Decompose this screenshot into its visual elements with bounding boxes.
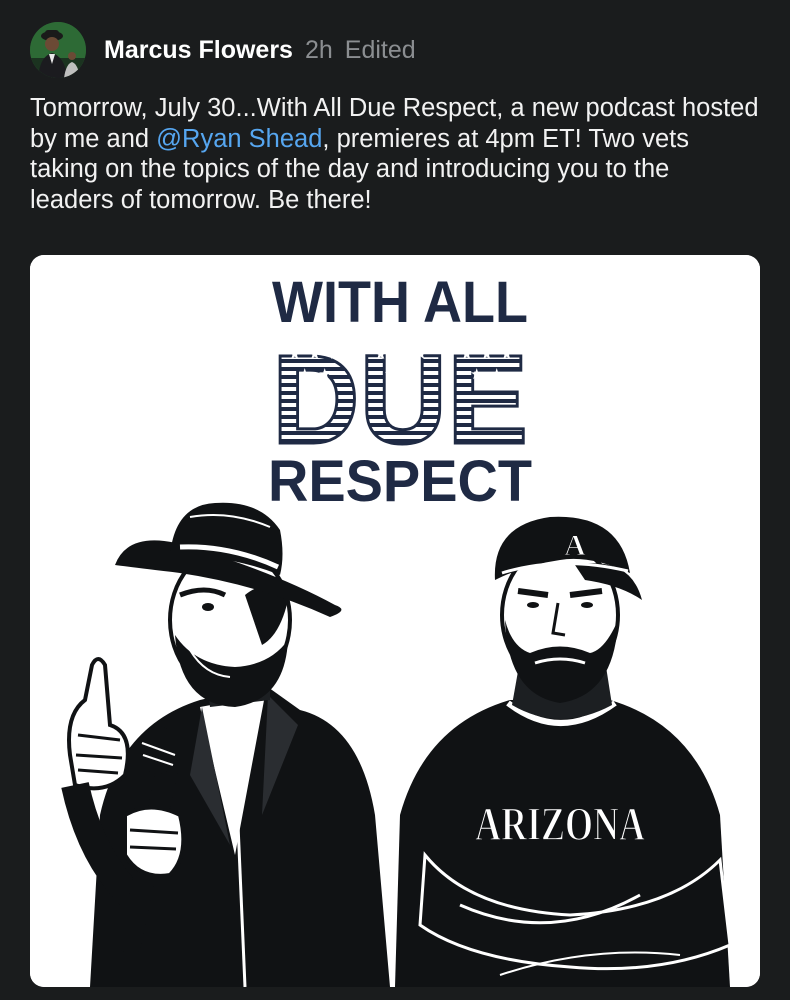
svg-text:★: ★ (460, 345, 473, 363)
svg-text:★: ★ (328, 345, 341, 363)
post-body: Tomorrow, July 30...With All Due Respect… (30, 93, 760, 215)
svg-text:★: ★ (374, 345, 387, 363)
post: Marcus Flowers 2h Edited Tomorrow, July … (0, 0, 790, 1000)
svg-text:★: ★ (308, 345, 321, 363)
svg-text:★: ★ (414, 345, 427, 363)
sweatshirt-text: ARIZONA (475, 798, 645, 851)
avatar-photo-icon (30, 22, 86, 78)
svg-text:★: ★ (298, 365, 311, 383)
svg-text:★: ★ (384, 365, 397, 383)
post-header: Marcus Flowers 2h Edited (30, 22, 416, 78)
svg-text:★: ★ (470, 365, 483, 383)
podcast-artwork: WITH ALL DUE ★ ★ ★ ★ ★ ★ ★ ★ ★ ★ ★ ★ ★ ★ ★ RESPEC… (30, 255, 760, 987)
svg-text:★: ★ (490, 365, 503, 383)
post-image[interactable]: WITH ALL DUE ★ ★ ★ ★ ★ ★ ★ ★ ★ ★ ★ ★ ★ ★ ★ RESPEC… (30, 255, 760, 987)
svg-text:★: ★ (480, 345, 493, 363)
author-name[interactable]: Marcus Flowers (104, 36, 293, 65)
post-time[interactable]: 2h (305, 36, 333, 65)
svg-text:★: ★ (288, 345, 301, 363)
svg-text:★: ★ (318, 365, 331, 383)
svg-text:★: ★ (500, 345, 513, 363)
edited-label[interactable]: Edited (345, 36, 416, 65)
artwork-title-line1: WITH ALL (272, 270, 528, 335)
svg-text:★: ★ (394, 345, 407, 363)
mention-link[interactable]: @Ryan Shead (156, 125, 322, 153)
header-meta: Marcus Flowers 2h Edited (104, 36, 416, 65)
avatar[interactable] (30, 22, 86, 78)
svg-text:★: ★ (404, 365, 417, 383)
cap-logo: A (564, 529, 586, 562)
artwork-title-line3: RESPECT (268, 449, 532, 514)
